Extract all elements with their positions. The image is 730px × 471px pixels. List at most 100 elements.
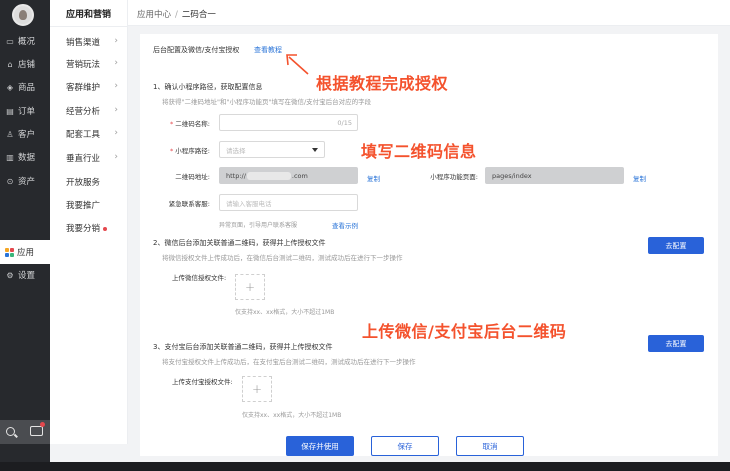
settings-icon: ⚙	[6, 270, 14, 280]
sidebar-item-promotion[interactable]: 我要推广	[66, 199, 126, 211]
chevron-right-icon: ›	[114, 81, 118, 91]
avatar[interactable]	[12, 4, 34, 26]
sidebar-item-verticals[interactable]: 垂直行业 ›	[66, 152, 126, 164]
copy-mini-page-link[interactable]: 复制	[633, 173, 646, 183]
sidebar-item-open-services[interactable]: 开放服务	[66, 176, 126, 188]
sidebar-item-marketing[interactable]: 营销玩法 ›	[66, 58, 126, 70]
red-dot-badge	[103, 226, 108, 231]
nav-label: 商品	[18, 83, 36, 93]
plus-icon: +	[244, 280, 256, 294]
mini-page-field: pages/index	[485, 167, 624, 184]
step3-desc: 将支付宝授权文件上传成功后，在支付宝后台测试二维码，测试成功后在进行下一步操作	[162, 358, 416, 366]
nav-assets[interactable]: ⊙ 资产	[0, 169, 50, 193]
message-icon[interactable]	[30, 426, 43, 436]
wechat-upload-hint: 仅支持xx、xx格式，大小不超过1MB	[235, 309, 335, 316]
monitor-icon: ▭	[6, 36, 14, 46]
contact-hint: 异常页面，引导用户联系客服	[219, 222, 298, 229]
nav-goods[interactable]: ◈ 商品	[0, 75, 50, 99]
order-icon: ▤	[6, 106, 14, 116]
contact-placeholder: 请输入客服电话	[226, 199, 272, 208]
annotation-arrow-icon	[286, 54, 309, 75]
nav-customers[interactable]: ♙ 客户	[0, 122, 50, 146]
nav-label: 概况	[18, 37, 36, 47]
sidebar-item-label: 垂直行业	[66, 154, 101, 164]
nav-settings[interactable]: ⚙ 设置	[0, 263, 50, 287]
sidebar-item-sales-channel[interactable]: 销售渠道 ›	[66, 36, 126, 48]
apps-icon	[5, 247, 14, 257]
secondary-sidebar: 应用和营销 销售渠道 › 营销玩法 › 客群维护 › 经营分析 › 配套工具 ›…	[50, 0, 128, 444]
annotation-upload-qr: 上传微信/支付宝后台二维码	[362, 322, 567, 341]
qr-address-label: 二维码地址:	[175, 173, 210, 181]
divider	[50, 26, 128, 27]
nav-apps[interactable]: 应用	[0, 240, 50, 264]
app-root: ▭ 概况 ⌂ 店铺 ◈ 商品 ▤ 订单 ♙ 客户 ▥ 数据 ⊙ 资产 应用 ⚙ …	[0, 0, 730, 471]
sidebar-item-distribution[interactable]: 我要分销	[66, 222, 126, 234]
mini-page-value: pages/index	[492, 171, 532, 180]
qr-address-suffix: .com	[291, 171, 308, 180]
contact-label: 紧急联系客服:	[168, 200, 210, 208]
asset-icon: ⊙	[6, 176, 14, 186]
step2-desc: 将微信授权文件上传成功后，在微信后台测试二维码，测试成功后在进行下一步操作	[162, 254, 403, 262]
nav-label: 应用	[17, 248, 35, 258]
contact-input[interactable]: 请输入客服电话	[219, 194, 358, 211]
sidebar-item-label: 我要分销	[66, 224, 101, 234]
nav-orders[interactable]: ▤ 订单	[0, 99, 50, 123]
breadcrumb-current: 二码合一	[181, 10, 216, 20]
customer-icon: ♙	[6, 129, 14, 139]
wechat-upload-label: 上传微信授权文件:	[172, 274, 227, 282]
nav-store[interactable]: ⌂ 店铺	[0, 52, 50, 76]
alipay-config-button[interactable]: 去配置	[648, 335, 704, 352]
masked-text	[246, 171, 291, 180]
chevron-right-icon: ›	[114, 36, 118, 46]
tag-icon: ◈	[6, 82, 14, 92]
nav-data[interactable]: ▥ 数据	[0, 145, 50, 169]
sidebar-item-label: 我要推广	[66, 201, 101, 211]
secondary-sidebar-title: 应用和营销	[66, 10, 112, 20]
breadcrumb-parent[interactable]: 应用中心	[137, 10, 171, 20]
breadcrumb-separator: /	[175, 10, 178, 20]
step2-title: 2、微信后台添加关联普通二维码，获得并上传授权文件	[153, 239, 326, 247]
copy-qr-address-link[interactable]: 复制	[367, 173, 380, 183]
annotation-tutorial: 根据教程完成授权	[316, 74, 449, 93]
page-header: 后台配置及微信/支付宝授权	[153, 46, 240, 54]
qr-name-input[interactable]: 0/15	[219, 114, 358, 131]
cancel-button[interactable]: 取消	[456, 436, 524, 456]
nav-label: 数据	[18, 153, 36, 163]
alipay-upload-box[interactable]: +	[242, 376, 272, 402]
sidebar-item-tools[interactable]: 配套工具 ›	[66, 128, 126, 140]
sidebar-item-analytics[interactable]: 经营分析 ›	[66, 105, 126, 117]
sidebar-item-label: 客群维护	[66, 83, 101, 93]
nav-overview[interactable]: ▭ 概况	[0, 29, 50, 53]
sidebar-item-label: 经营分析	[66, 107, 101, 117]
alipay-upload-hint: 仅支持xx、xx格式，大小不超过1MB	[242, 412, 342, 419]
nav-label: 设置	[18, 271, 36, 281]
annotation-fill-qr-info: 填写二维码信息	[361, 142, 477, 161]
wechat-upload-box[interactable]: +	[235, 274, 265, 300]
sidebar-item-label: 配套工具	[66, 130, 101, 140]
data-icon: ▥	[6, 152, 14, 162]
step1-title: 1、确认小程序路径，获取配置信息	[153, 83, 263, 91]
store-icon: ⌂	[7, 59, 13, 69]
chevron-right-icon: ›	[114, 58, 118, 68]
wechat-config-button[interactable]: 去配置	[648, 237, 704, 254]
search-icon[interactable]	[6, 427, 15, 436]
qr-name-label: * 二维码名称:	[170, 120, 210, 128]
save-button[interactable]: 保存	[371, 436, 439, 456]
chevron-right-icon: ›	[114, 105, 118, 115]
sidebar-item-customer-groups[interactable]: 客群维护 ›	[66, 81, 126, 93]
chevron-right-icon: ›	[114, 152, 118, 162]
main-panel: 后台配置及微信/支付宝授权 查看教程 1、确认小程序路径，获取配置信息 将获得"…	[140, 34, 718, 456]
step1-desc: 将获得"二维码地址"和"小程序功能页"填写在微信/支付宝后台对应的字段	[162, 98, 372, 106]
qr-address-field: http:// .com	[219, 167, 358, 184]
step3-title: 3、支付宝后台添加关联普通二维码，获得并上传授权文件	[153, 343, 333, 351]
path-select[interactable]: 请选择	[219, 141, 325, 158]
example-link[interactable]: 查看示例	[332, 220, 358, 230]
save-and-use-button[interactable]: 保存并使用	[286, 436, 354, 456]
mini-page-label: 小程序功能页面:	[430, 173, 478, 181]
path-label: * 小程序路径:	[170, 147, 210, 155]
bottom-strip	[0, 462, 730, 471]
tutorial-link[interactable]: 查看教程	[254, 45, 282, 55]
sidebar-item-label: 开放服务	[66, 178, 101, 188]
nav-label: 订单	[18, 107, 36, 117]
primary-sidebar: ▭ 概况 ⌂ 店铺 ◈ 商品 ▤ 订单 ♙ 客户 ▥ 数据 ⊙ 资产 应用 ⚙ …	[0, 0, 50, 471]
